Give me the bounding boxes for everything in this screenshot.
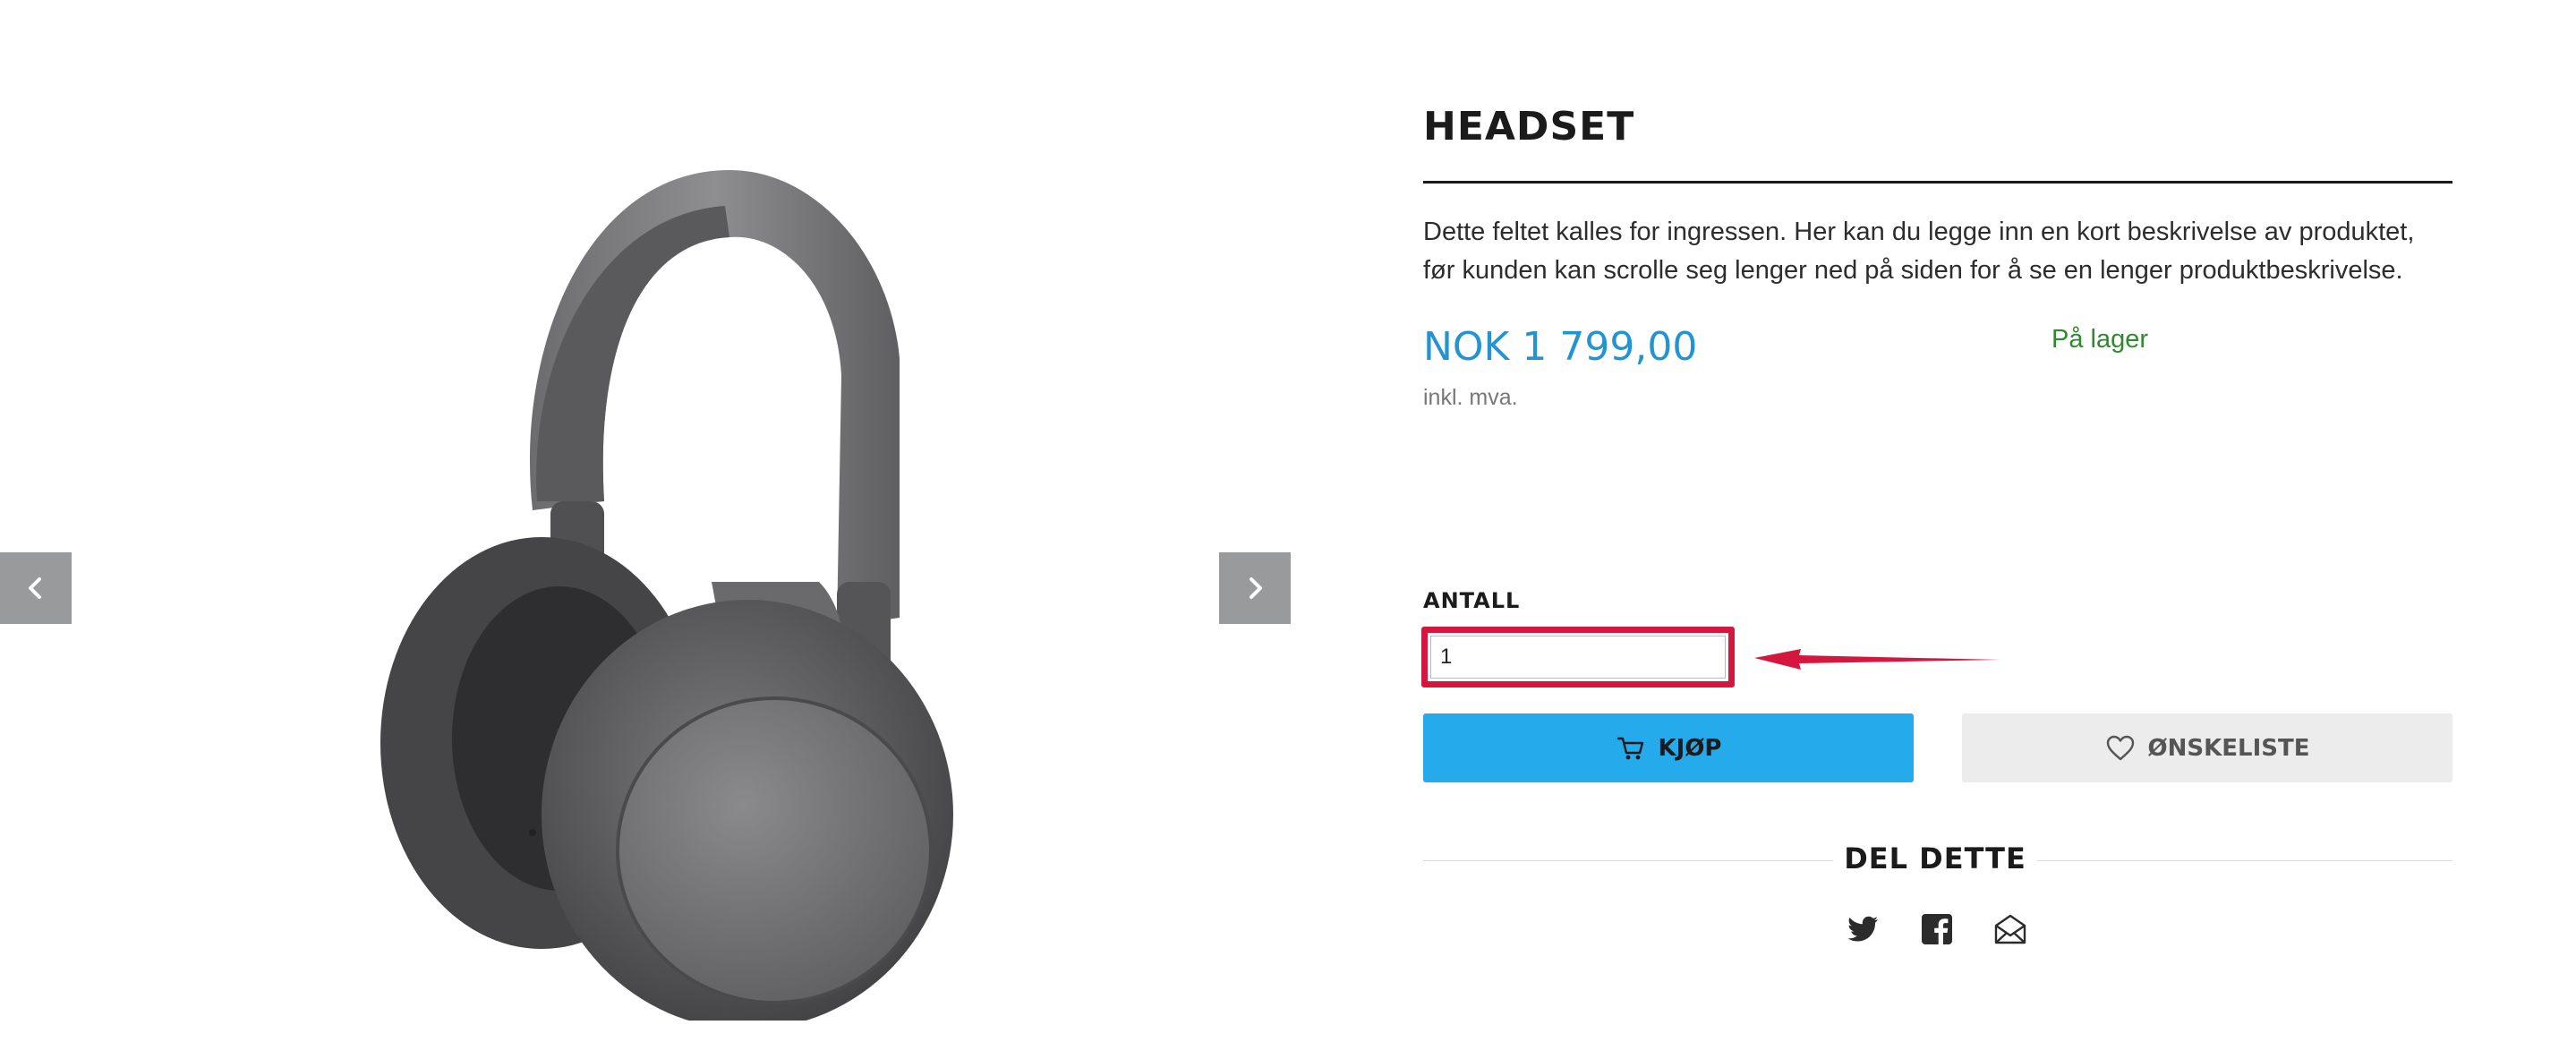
chevron-left-icon — [29, 577, 41, 599]
wishlist-button-label: ØNSKELISTE — [2147, 734, 2310, 762]
wishlist-button[interactable]: ØNSKELISTE — [1962, 713, 2452, 782]
quantity-input[interactable] — [1430, 636, 1726, 679]
facebook-icon[interactable] — [1919, 911, 1955, 947]
buy-button-label: KJØP — [1658, 734, 1722, 762]
share-title: DEL DETTE — [1844, 841, 2026, 875]
share-divider-left — [1423, 860, 1833, 861]
share-divider-right — [2037, 860, 2452, 861]
product-ingress: Dette feltet kalles for ingressen. Her k… — [1423, 218, 2415, 285]
vat-note: inkl. mva. — [1423, 385, 1518, 410]
heart-icon — [2106, 735, 2134, 760]
buy-button[interactable]: KJØP — [1423, 713, 1914, 782]
quantity-label: ANTALL — [1423, 588, 1521, 613]
headset-image — [380, 170, 953, 1021]
product-price: NOK 1 799,00 — [1423, 324, 1698, 370]
gallery-next-button[interactable] — [1219, 552, 1291, 624]
cart-icon — [1616, 737, 1643, 759]
chevron-right-icon — [1250, 577, 1262, 599]
annotation-arrow-icon — [1754, 649, 2000, 670]
mail-icon[interactable] — [1992, 911, 2028, 947]
product-title: HEADSET — [1423, 104, 1635, 149]
gallery-prev-button[interactable] — [0, 552, 72, 624]
twitter-icon[interactable] — [1846, 911, 1881, 947]
stock-status: På lager — [2051, 325, 2149, 354]
product-gallery — [0, 0, 1307, 1042]
title-divider — [1423, 181, 2452, 184]
